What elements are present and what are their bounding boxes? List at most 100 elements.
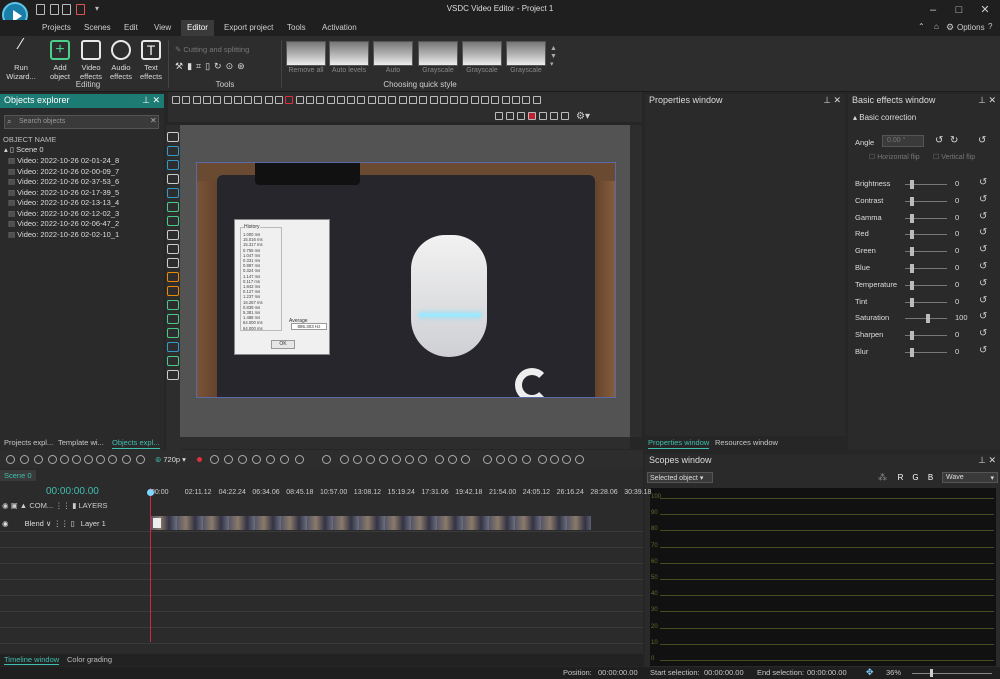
player-control-icon[interactable] <box>550 455 559 464</box>
layout-icon[interactable] <box>517 112 525 120</box>
channel-r[interactable]: R <box>895 472 906 483</box>
tool-icon[interactable] <box>167 342 179 352</box>
toolbar-icon[interactable] <box>398 96 407 104</box>
toolbar-icon[interactable] <box>367 96 376 104</box>
list-item[interactable]: ▤ Video: 2022-10-26 02-12-02_3 <box>8 209 119 219</box>
channel-b[interactable]: B <box>925 472 936 483</box>
vertical-flip-checkbox[interactable]: ☐ Vertical flip <box>933 153 975 161</box>
player-control-icon[interactable] <box>508 455 517 464</box>
toolbar-icon[interactable] <box>254 96 263 104</box>
tab-resources-window[interactable]: Resources window <box>715 438 778 449</box>
eye-icon[interactable]: ◉ <box>2 519 9 528</box>
tool-icon[interactable] <box>167 230 179 240</box>
reset-icon[interactable]: ↺ <box>979 211 987 222</box>
slider-knob[interactable] <box>910 331 915 341</box>
player-control-icon[interactable] <box>210 455 219 464</box>
list-item[interactable]: ▤ Video: 2022-10-26 02-00-09_7 <box>8 167 119 177</box>
slider-knob[interactable] <box>910 280 915 290</box>
tool-icon[interactable] <box>167 160 179 170</box>
tool-icon[interactable] <box>167 244 179 254</box>
home-icon[interactable]: ⌂ <box>934 22 939 31</box>
layout-icon[interactable] <box>539 112 547 120</box>
menu-tools[interactable]: Tools <box>287 23 306 32</box>
add-object-button[interactable]: + Add object <box>45 40 75 81</box>
player-control-icon[interactable] <box>322 455 331 464</box>
player-control-icon[interactable] <box>562 455 571 464</box>
player-control-icon[interactable] <box>122 455 131 464</box>
slider-knob[interactable] <box>910 264 915 273</box>
tool-icon[interactable] <box>167 314 179 324</box>
search-input[interactable]: Search objects <box>4 115 159 129</box>
toolbar-icon[interactable] <box>460 96 469 104</box>
horizontal-scrollbar[interactable] <box>180 437 630 449</box>
toolbar-icon[interactable] <box>264 96 273 104</box>
playhead-handle[interactable] <box>147 489 154 496</box>
slider-knob[interactable] <box>910 180 915 189</box>
tab-template-window[interactable]: Template wi... <box>58 438 104 449</box>
run-wizard-button[interactable]: ⁄ Run Wizard... <box>5 37 37 82</box>
tool-icon[interactable] <box>167 258 179 268</box>
pin-close-icon[interactable]: ⊥ ✕ <box>142 95 160 106</box>
zoom-slider-knob[interactable] <box>930 669 933 677</box>
scope-mode-dropdown[interactable]: Wave ▾ <box>942 472 998 483</box>
playhead[interactable] <box>150 488 151 642</box>
toolbar-icon[interactable] <box>470 96 479 104</box>
list-item[interactable]: ▤ Video: 2022-10-26 02-13-13_4 <box>8 198 119 208</box>
tool-icon[interactable] <box>167 146 179 156</box>
toolbar-icon[interactable] <box>491 96 500 104</box>
tool-icon[interactable] <box>167 202 179 212</box>
player-control-icon[interactable] <box>340 455 349 464</box>
toolbar-icon[interactable] <box>357 96 366 104</box>
player-control-icon[interactable] <box>238 455 247 464</box>
audio-effects-button[interactable]: Audio effects <box>106 40 136 81</box>
menu-export-project[interactable]: Export project <box>224 23 273 32</box>
resolution-select[interactable]: ⊚ 720p ▾ <box>155 455 186 464</box>
toolbar-icon[interactable] <box>378 96 386 104</box>
slider-knob[interactable] <box>926 314 930 324</box>
toolbar-icon[interactable] <box>408 96 417 104</box>
toolbar-icon[interactable] <box>172 96 180 104</box>
list-item[interactable]: ▤ Video: 2022-10-26 02-37-53_6 <box>8 177 119 187</box>
close-button[interactable]: ✕ <box>972 2 998 18</box>
toolbar-icon[interactable] <box>429 96 438 104</box>
clear-icon[interactable]: ✕ <box>150 116 157 125</box>
list-item[interactable]: ▤ Video: 2022-10-26 02-01-24_8 <box>8 156 119 166</box>
player-control-icon[interactable] <box>353 455 362 464</box>
list-item[interactable]: ▤ Video: 2022-10-26 02-02-10_1 <box>8 230 119 240</box>
reset-icon[interactable]: ↺ <box>979 311 987 322</box>
reset-icon[interactable]: ↺ <box>978 135 986 146</box>
player-control-icon[interactable] <box>96 455 105 464</box>
cutting-splitting-button[interactable]: ✎ Cutting and splitting <box>175 45 249 54</box>
player-control-icon[interactable] <box>405 455 414 464</box>
blend-select[interactable]: Blend <box>25 519 44 528</box>
toolbar-icon[interactable] <box>501 96 510 104</box>
zoom-slider[interactable] <box>912 673 992 674</box>
player-control-icon[interactable] <box>136 455 145 464</box>
menu-edit[interactable]: Edit <box>124 23 138 32</box>
player-control-icon[interactable] <box>295 455 304 464</box>
selected-object-dropdown[interactable]: Selected object ▾ <box>647 472 713 483</box>
player-control-icon[interactable] <box>496 455 505 464</box>
help-icon[interactable]: ? <box>988 22 992 31</box>
toolbar-icon[interactable] <box>347 96 356 104</box>
reset-icon[interactable]: ↺ <box>979 177 987 188</box>
player-control-icon[interactable] <box>252 455 261 464</box>
toolbar-icon[interactable] <box>439 96 448 104</box>
layout-icon[interactable] <box>561 112 569 120</box>
video-effects-button[interactable]: Video effects <box>76 40 106 81</box>
list-item[interactable]: ▤ Video: 2022-10-26 02-17-39_5 <box>8 188 119 198</box>
pin-close-icon[interactable]: ⊥ ✕ <box>978 455 996 466</box>
tools-icon-row[interactable]: ⚒▮⌗▯↻⊙⊛ <box>175 61 270 73</box>
toolbar-icon[interactable] <box>388 96 397 104</box>
quick-style-scroll[interactable]: ▲ ▼ ▾ <box>550 45 557 69</box>
slider-knob[interactable] <box>910 297 915 307</box>
player-control-icon[interactable] <box>48 455 57 464</box>
toolbar-icon[interactable] <box>481 96 489 104</box>
toolbar-icon[interactable] <box>233 96 242 104</box>
toolbar-icon[interactable] <box>295 96 304 104</box>
tab-properties-window[interactable]: Properties window <box>648 438 710 449</box>
scope-settings-icon[interactable]: ⁂ <box>878 472 887 483</box>
up-arrow-icon[interactable]: ⌃ <box>918 22 925 31</box>
player-control-icon[interactable] <box>435 455 444 464</box>
toolbar-icon[interactable] <box>450 96 459 104</box>
